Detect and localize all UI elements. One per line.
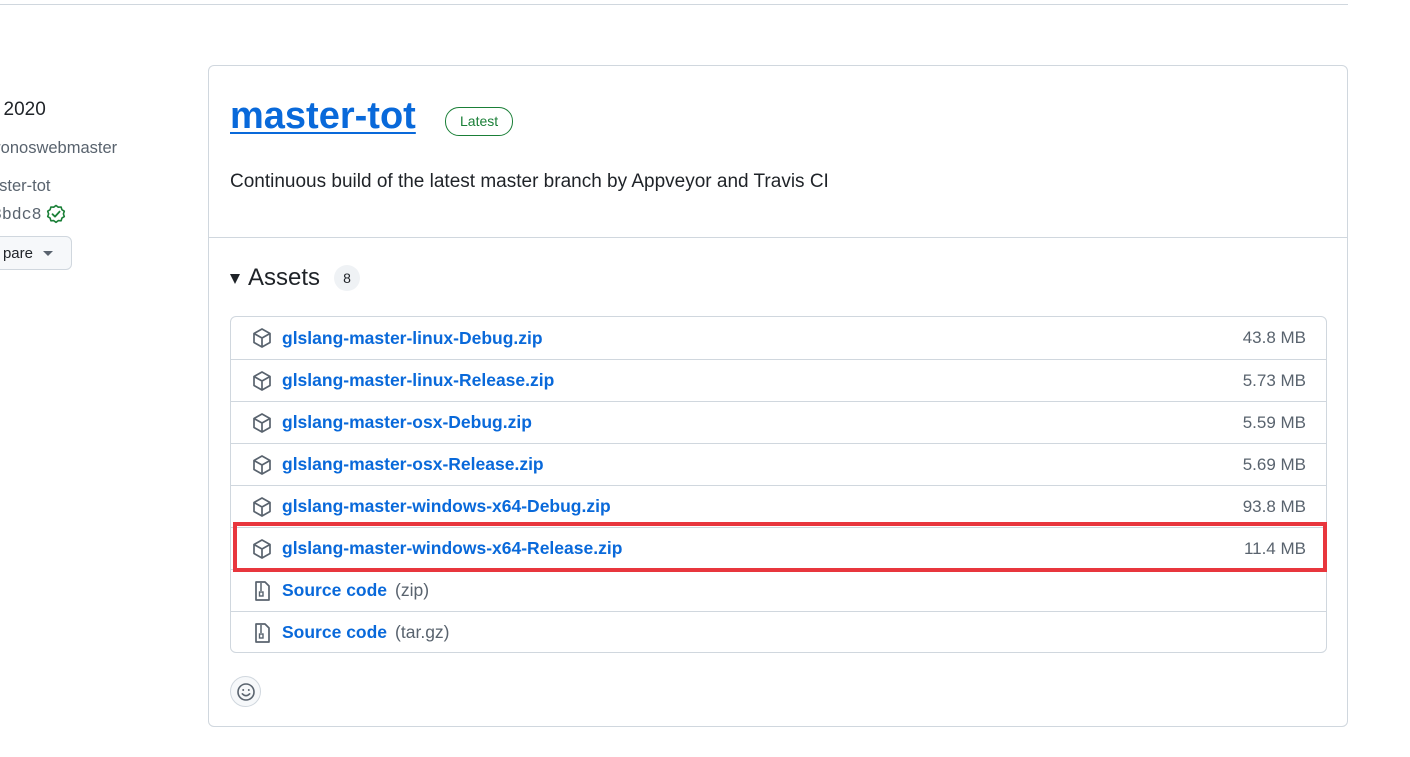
release-description: Continuous build of the latest master br… bbox=[230, 171, 829, 192]
file-zip-icon bbox=[255, 580, 270, 601]
top-divider bbox=[0, 4, 1348, 5]
release-author[interactable]: hronoswebmaster bbox=[0, 139, 117, 158]
source-format: (zip) bbox=[395, 580, 430, 600]
assets-toggle[interactable]: Assets 8 bbox=[230, 264, 361, 292]
asset-list: glslang-master-linux-Debug.zip 43.8 MB g… bbox=[230, 316, 1327, 653]
source-code-targz-link[interactable]: Source code (tar.gz) bbox=[282, 622, 450, 643]
asset-row: glslang-master-windows-x64-Release.zip 1… bbox=[231, 527, 1326, 569]
asset-size: 5.73 MB bbox=[1242, 370, 1306, 390]
asset-size: 5.69 MB bbox=[1242, 454, 1306, 474]
asset-row: glslang-master-osx-Debug.zip 5.59 MB bbox=[231, 401, 1326, 443]
asset-link[interactable]: glslang-master-linux-Debug.zip bbox=[282, 328, 543, 349]
asset-size: 11.4 MB bbox=[1243, 538, 1306, 558]
asset-link[interactable]: glslang-master-windows-x64-Debug.zip bbox=[282, 496, 611, 517]
release-title[interactable]: master-tot bbox=[230, 95, 416, 138]
chevron-down-icon bbox=[43, 250, 53, 256]
source-code-label: Source code bbox=[282, 580, 388, 600]
add-reaction-button[interactable] bbox=[230, 676, 261, 707]
release-card: master-tot Latest Continuous build of th… bbox=[208, 65, 1348, 727]
commit-hash[interactable]: 3bdc8 bbox=[0, 205, 42, 224]
asset-link[interactable]: glslang-master-windows-x64-Release.zip bbox=[282, 538, 622, 559]
file-zip-icon bbox=[255, 622, 270, 643]
source-format: (tar.gz) bbox=[395, 622, 450, 642]
asset-size: 5.59 MB bbox=[1242, 412, 1306, 432]
triangle-down-icon bbox=[230, 274, 240, 284]
asset-size: 93.8 MB bbox=[1242, 496, 1306, 516]
smiley-icon bbox=[236, 682, 255, 701]
release-date: l 2020 bbox=[0, 99, 46, 120]
release-tag[interactable]: aster-tot bbox=[0, 177, 51, 196]
asset-row: glslang-master-windows-x64-Debug.zip 93.… bbox=[231, 485, 1326, 527]
source-code-zip-link[interactable]: Source code (zip) bbox=[282, 580, 429, 601]
release-header: master-tot Latest Continuous build of th… bbox=[209, 66, 1347, 238]
asset-row: Source code (tar.gz) bbox=[231, 611, 1326, 652]
compare-button[interactable]: pare bbox=[0, 236, 72, 270]
package-icon bbox=[253, 538, 271, 559]
package-icon bbox=[253, 412, 271, 433]
verified-icon[interactable] bbox=[46, 204, 66, 224]
asset-row: glslang-master-linux-Release.zip 5.73 MB bbox=[231, 359, 1326, 401]
release-meta: l 2020 hronoswebmaster aster-tot 3bdc8 p… bbox=[0, 0, 200, 300]
latest-badge: Latest bbox=[445, 107, 514, 136]
asset-row: glslang-master-osx-Release.zip 5.69 MB bbox=[231, 443, 1326, 485]
asset-row: glslang-master-linux-Debug.zip 43.8 MB bbox=[231, 317, 1326, 359]
compare-label: pare bbox=[2, 244, 33, 262]
asset-size: 43.8 MB bbox=[1242, 328, 1306, 347]
asset-link[interactable]: glslang-master-linux-Release.zip bbox=[282, 370, 554, 391]
asset-link[interactable]: glslang-master-osx-Debug.zip bbox=[282, 412, 532, 433]
assets-count: 8 bbox=[334, 265, 361, 291]
package-icon bbox=[253, 370, 271, 391]
package-icon bbox=[253, 328, 271, 348]
release-commit[interactable]: 3bdc8 bbox=[0, 204, 66, 224]
package-icon bbox=[253, 496, 271, 517]
source-code-label: Source code bbox=[282, 622, 388, 642]
assets-title: Assets bbox=[248, 264, 321, 291]
asset-link[interactable]: glslang-master-osx-Release.zip bbox=[282, 454, 544, 475]
package-icon bbox=[253, 454, 271, 475]
asset-row: Source code (zip) bbox=[231, 569, 1326, 611]
